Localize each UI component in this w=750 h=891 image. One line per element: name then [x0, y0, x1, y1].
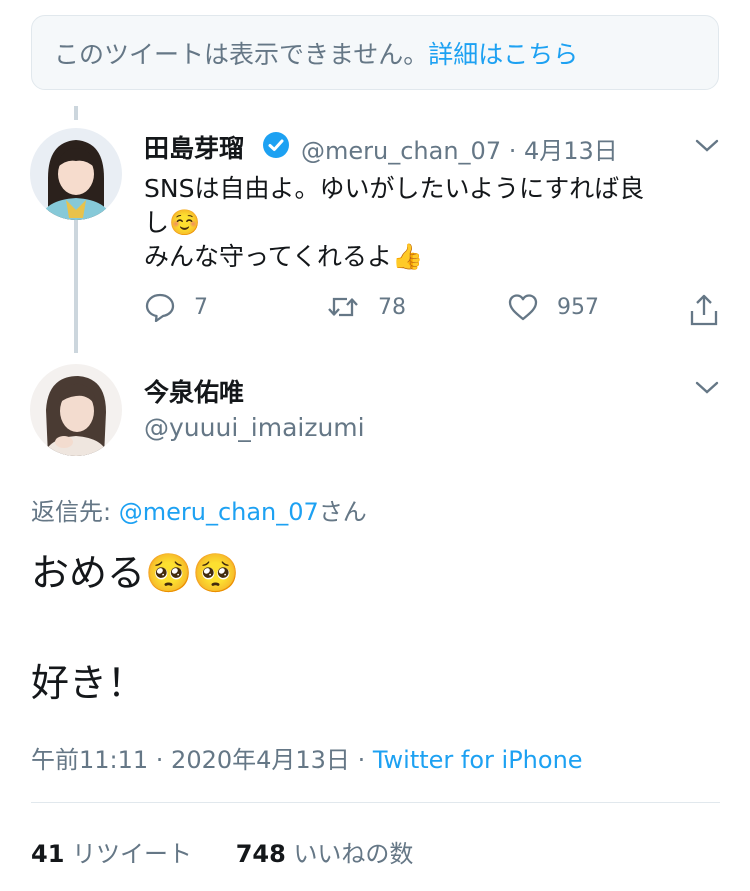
chevron-down-icon[interactable] [693, 378, 721, 398]
like-count: 957 [557, 294, 599, 320]
thread-line-top [74, 106, 78, 120]
verified-badge-icon [262, 131, 290, 159]
reply-icon [145, 293, 175, 322]
thumbs-up-emoji-icon: 👍 [392, 242, 424, 271]
quoted-date[interactable]: · 4月13日 [509, 137, 618, 165]
avatar-meru-image [30, 128, 122, 220]
main-text-2: 好き！ [31, 661, 146, 705]
quoted-line-3-text: みんな守ってくれるよ [144, 242, 393, 271]
quoted-handle[interactable]: @meru_chan_07 [301, 137, 501, 165]
reply-to-suffix: さん [318, 498, 367, 526]
likes-label: いいねの数 [293, 840, 414, 868]
unavailable-tweet-notice: このツイートは表示できません。 詳細はこちら [31, 15, 719, 90]
avatar-meru[interactable] [30, 128, 122, 220]
likes-stat[interactable]: 748 いいねの数 [236, 840, 414, 868]
quoted-line-1: SNSは自由よ。ゆいがしたいようにすれば良 [144, 174, 645, 203]
chevron-down-icon[interactable] [693, 136, 721, 156]
reply-to: 返信先: @meru_chan_07さん [31, 492, 367, 527]
retweet-action[interactable]: 78 [326, 292, 406, 322]
share-icon[interactable] [688, 293, 720, 327]
quoted-line-2: し☺️ [144, 206, 644, 240]
timestamp-text[interactable]: 午前11:11 · 2020年4月13日 · [31, 746, 365, 774]
blush-emoji-icon: ☺️ [169, 208, 201, 237]
quoted-line-2-text: し [144, 208, 170, 237]
notice-details-link[interactable]: 詳細はこちら [428, 35, 578, 71]
thread-line-mid [74, 218, 78, 353]
divider [31, 802, 720, 803]
notice-text: このツイートは表示できません。 [54, 39, 429, 69]
like-action[interactable]: 957 [507, 292, 599, 322]
retweets-number: 41 [31, 840, 65, 868]
quoted-line-3: みんな守ってくれるよ👍 [144, 240, 644, 274]
reply-action[interactable]: 7 [144, 292, 208, 322]
reply-count: 7 [194, 294, 208, 320]
avatar-yui[interactable] [30, 364, 122, 456]
pleading-face-emoji-icon: 🥺 [192, 551, 240, 595]
main-text-1: おめる [31, 551, 146, 595]
tweet-timestamp: 午前11:11 · 2020年4月13日 · Twitter for iPhon… [31, 740, 583, 775]
retweet-icon [328, 297, 358, 317]
retweets-label: リツイート [72, 840, 193, 868]
reply-to-prefix: 返信先: [31, 498, 119, 526]
retweet-count: 78 [378, 294, 406, 320]
quoted-meta: @meru_chan_07 · 4月13日 [301, 131, 618, 166]
main-text-line-1: おめる🥺🥺 [31, 550, 240, 596]
main-handle[interactable]: @yuuui_imaizumi [144, 413, 365, 442]
like-icon [508, 294, 538, 321]
main-name[interactable]: 今泉佑唯 [144, 373, 244, 409]
reply-to-handle[interactable]: @meru_chan_07 [119, 498, 319, 526]
tweet-source[interactable]: Twitter for iPhone [373, 746, 583, 774]
likes-number: 748 [235, 840, 286, 868]
quoted-text: SNSは自由よ。ゆいがしたいようにすれば良 し☺️ みんな守ってくれるよ👍 [144, 172, 644, 274]
tweet-stats: 41 リツイート 748 いいねの数 [31, 834, 413, 869]
quoted-name[interactable]: 田島芽瑠 [144, 129, 244, 165]
avatar-yui-image [30, 364, 122, 456]
retweets-stat[interactable]: 41 リツイート [31, 840, 192, 868]
pleading-face-emoji-icon: 🥺 [145, 551, 193, 595]
